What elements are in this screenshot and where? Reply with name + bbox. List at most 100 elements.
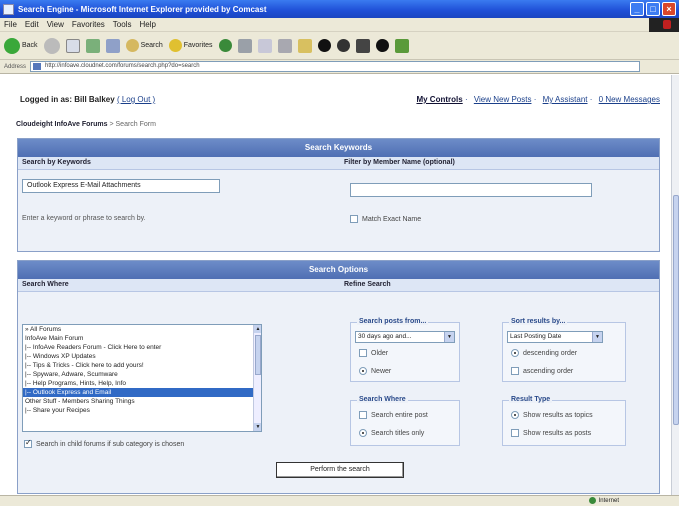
back-button[interactable]: Back — [4, 37, 38, 54]
result-type-group: Result Type Show results as topics Show … — [502, 396, 626, 446]
close-button[interactable]: × — [662, 2, 676, 16]
forum-list[interactable]: » All Forums InfoAve Main Forum |-- Info… — [22, 324, 262, 432]
window-titlebar: Search Engine - Microsoft Internet Explo… — [0, 0, 679, 18]
search-options-body: » All Forums InfoAve Main Forum |-- Info… — [18, 292, 659, 493]
toolbar-square-icon[interactable] — [355, 38, 370, 53]
results-topics-option[interactable]: Show results as topics — [511, 411, 593, 419]
list-item[interactable]: InfoAve Main Forum — [23, 334, 261, 343]
view-new-posts-link[interactable]: View New Posts — [474, 95, 532, 104]
list-item[interactable]: |-- Help Programs, Hints, Help, Info — [23, 379, 261, 388]
search-keywords-panel: Search Keywords Search by Keywords Filte… — [17, 138, 660, 252]
logout-link[interactable]: ( Log Out ) — [117, 95, 155, 104]
toolbar-round-icon-3[interactable] — [375, 39, 389, 52]
chevron-down-icon[interactable]: ▼ — [444, 332, 454, 342]
search-button[interactable]: Search — [125, 39, 163, 52]
username: Bill Balkey — [74, 95, 115, 104]
print-icon[interactable] — [277, 38, 292, 53]
results-posts-box[interactable] — [511, 429, 519, 437]
star-icon — [168, 39, 182, 52]
match-exact-checkbox[interactable]: Match Exact Name — [350, 215, 421, 223]
internet-zone-icon — [588, 497, 596, 504]
posts-from-group: Search posts from... 30 days ago and... … — [350, 318, 460, 382]
menu-help[interactable]: Help — [139, 20, 155, 29]
results-posts-option[interactable]: Show results as posts — [511, 429, 591, 437]
forward-arrow-icon[interactable] — [43, 37, 60, 54]
mail-icon[interactable] — [257, 38, 272, 53]
scroll-thumb[interactable] — [255, 335, 261, 375]
child-forums-box[interactable] — [24, 438, 32, 448]
refine-search-label: Refine Search — [344, 281, 391, 288]
search-options-subheader: Search Where Refine Search — [18, 279, 659, 292]
list-item[interactable]: » All Forums — [23, 325, 261, 334]
search-where-label: Search Where — [22, 281, 69, 288]
forum-list-scrollbar[interactable]: ▲ ▼ — [253, 325, 261, 431]
favorites-button[interactable]: Favorites — [168, 39, 213, 52]
ascending-option[interactable]: ascending order — [511, 367, 573, 375]
window-controls: _ □ × — [630, 2, 676, 16]
toolbar-round-icon-1[interactable] — [317, 39, 331, 52]
keyword-input[interactable]: Outlook Express E-Mail Attachments — [22, 179, 220, 193]
results-topics-radio[interactable] — [511, 411, 519, 419]
breadcrumb-current: > Search Form — [109, 121, 156, 128]
newer-radio[interactable] — [359, 367, 367, 375]
menu-view[interactable]: View — [47, 20, 64, 29]
sort-by-select[interactable]: Last Posting Date ▼ — [507, 331, 603, 343]
list-item-selected[interactable]: |-- Outlook Express and Email — [23, 388, 261, 397]
newer-option[interactable]: Newer — [359, 367, 391, 375]
minimize-button[interactable]: _ — [630, 2, 644, 16]
list-item[interactable]: Other Stuff - Members Sharing Things — [23, 397, 261, 406]
login-status: Logged in as: Bill Balkey ( Log Out ) — [20, 95, 156, 104]
breadcrumb-home[interactable]: Cloudeight InfoAve Forums — [16, 121, 108, 128]
posts-from-legend: Search posts from... — [357, 318, 429, 325]
chevron-down-icon[interactable]: ▼ — [592, 332, 602, 342]
search-where-group: Search Where Search entire post Search t… — [350, 396, 460, 446]
scroll-up-icon[interactable]: ▲ — [254, 325, 261, 333]
sort-by-legend: Sort results by... — [509, 318, 568, 325]
menu-edit[interactable]: Edit — [25, 20, 39, 29]
my-controls-link[interactable]: My Controls — [416, 95, 462, 104]
older-option[interactable]: Older — [359, 349, 388, 357]
refresh-icon[interactable] — [85, 38, 100, 53]
page-scrollbar[interactable] — [671, 75, 679, 495]
browser-toolbar: Back Search Favorites — [0, 32, 679, 60]
ascending-box[interactable] — [511, 367, 519, 375]
older-box[interactable] — [359, 349, 367, 357]
window-title: Search Engine - Microsoft Internet Explo… — [18, 4, 267, 14]
list-item[interactable]: |-- Windows XP Updates — [23, 352, 261, 361]
address-input[interactable]: http://infoave.cloudnet.com/forums/searc… — [30, 61, 641, 72]
match-exact-box[interactable] — [350, 215, 358, 223]
search-entire-option[interactable]: Search entire post — [359, 411, 428, 419]
scroll-down-icon[interactable]: ▼ — [254, 423, 261, 431]
toolbar-green-icon[interactable] — [394, 38, 409, 53]
history-icon[interactable] — [237, 38, 252, 53]
search-titles-option[interactable]: Search titles only — [359, 429, 424, 437]
menu-tools[interactable]: Tools — [113, 20, 132, 29]
my-assistant-link[interactable]: My Assistant — [543, 95, 588, 104]
media-icon[interactable] — [218, 39, 232, 52]
windows-logo-icon — [649, 18, 679, 32]
list-item[interactable]: |-- Spyware, Adware, Scumware — [23, 370, 261, 379]
child-forums-checkbox[interactable]: Search in child forums if sub category i… — [24, 438, 184, 448]
home-icon[interactable] — [105, 38, 120, 53]
folder-icon[interactable] — [297, 38, 312, 53]
toolbar-round-icon-2[interactable] — [336, 39, 350, 52]
page-scroll-thumb[interactable] — [673, 195, 679, 425]
search-entire-box[interactable] — [359, 411, 367, 419]
list-item[interactable]: |-- Tips & Tricks - Click here to add yo… — [23, 361, 261, 370]
perform-search-button[interactable]: Perform the search — [276, 462, 404, 478]
list-item[interactable]: |-- Share your Recipes — [23, 406, 261, 415]
list-item[interactable]: |-- InfoAve Readers Forum - Click Here t… — [23, 343, 261, 352]
result-type-legend: Result Type — [509, 396, 553, 403]
search-keywords-body: Outlook Express E-Mail Attachments Enter… — [18, 170, 659, 251]
member-name-input[interactable] — [350, 183, 592, 197]
descending-radio[interactable] — [511, 349, 519, 357]
maximize-button[interactable]: □ — [646, 2, 660, 16]
menu-favorites[interactable]: Favorites — [72, 20, 105, 29]
descending-option[interactable]: descending order — [511, 349, 577, 357]
posts-from-select[interactable]: 30 days ago and... ▼ — [355, 331, 455, 343]
new-messages-link[interactable]: 0 New Messages — [599, 95, 660, 104]
stop-icon[interactable] — [65, 38, 80, 53]
search-icon — [125, 39, 139, 52]
search-titles-radio[interactable] — [359, 429, 367, 437]
menu-file[interactable]: File — [4, 20, 17, 29]
